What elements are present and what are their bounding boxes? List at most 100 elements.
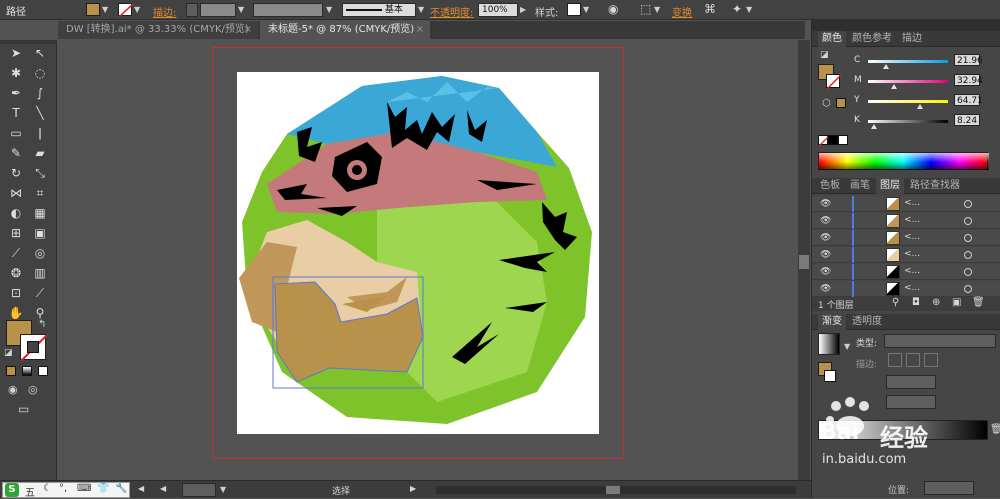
tab-color-guide[interactable]: 颜色参考 — [848, 31, 896, 47]
keyboard-icon[interactable]: ⌨ — [77, 483, 91, 494]
tab-layers[interactable]: 图层 — [876, 178, 904, 194]
stroke-within-icon[interactable] — [888, 353, 902, 367]
symbol-sprayer-tool-icon[interactable]: ❂ — [6, 264, 26, 282]
channel-value-field[interactable]: 64.71 — [954, 94, 983, 106]
tab-document-2[interactable]: 未标题-5* @ 87% (CMYK/预览) × — [260, 21, 430, 39]
status-menu-icon[interactable]: ▶ — [410, 484, 416, 493]
slider-knob[interactable] — [882, 64, 889, 69]
stroke-across-icon[interactable] — [924, 353, 938, 367]
default-colors-icon[interactable]: ◪ — [820, 50, 829, 60]
more-options-icon[interactable]: ✦ — [732, 2, 742, 16]
lasso-tool-icon[interactable]: ◌ — [30, 64, 50, 82]
chevron-down-icon[interactable]: ▼ — [654, 5, 660, 14]
channel-slider[interactable] — [868, 60, 948, 63]
channel-slider[interactable] — [868, 80, 948, 83]
color-stroke-swatch[interactable] — [826, 74, 841, 89]
tab-transparency[interactable]: 透明度 — [848, 314, 886, 330]
scale-tool-icon[interactable]: ⤡ — [30, 164, 50, 182]
gradient-stroke-swatch[interactable] — [824, 370, 836, 382]
stroke-color-swatch[interactable] — [118, 3, 133, 17]
stroke-weight-stepper[interactable] — [186, 3, 198, 17]
position-field[interactable] — [924, 481, 974, 495]
brush-profile-dropdown[interactable]: 基本 — [342, 3, 416, 17]
white-swatch[interactable] — [838, 135, 848, 145]
gradient-type-dropdown[interactable] — [884, 334, 996, 348]
pen-tool-icon[interactable]: ✒ — [6, 84, 26, 102]
slider-knob[interactable] — [917, 104, 923, 109]
artboard-number-field[interactable] — [182, 483, 216, 497]
close-icon[interactable]: × — [244, 21, 252, 39]
selection-tool-icon[interactable]: ➤ — [6, 44, 26, 62]
screen-mode-icon[interactable]: ▭ — [18, 402, 29, 416]
skin-icon[interactable]: 👕 — [97, 483, 109, 494]
eye-icon[interactable]: 👁 — [820, 216, 831, 226]
none-swatch[interactable] — [818, 135, 829, 146]
blend-tool-icon[interactable]: ◎ — [30, 244, 50, 262]
mesh-tool-icon[interactable]: ⊞ — [6, 224, 26, 242]
eye-icon[interactable]: 👁 — [820, 250, 831, 260]
canvas-area[interactable] — [58, 40, 798, 480]
color-spectrum[interactable] — [818, 152, 989, 170]
artboard-tool-icon[interactable]: ⊡ — [6, 284, 26, 302]
eye-icon[interactable]: 👁 — [820, 267, 831, 277]
first-page-icon[interactable]: ◀ — [138, 484, 144, 493]
column-graph-tool-icon[interactable]: ▥ — [30, 264, 50, 282]
tab-brushes[interactable]: 画笔 — [846, 178, 874, 194]
free-transform-tool-icon[interactable]: ⌗ — [30, 184, 50, 202]
artboard[interactable] — [237, 72, 599, 434]
tools-icon[interactable]: 🔧 — [115, 483, 127, 494]
chevron-right-icon[interactable]: ▶ — [520, 5, 526, 14]
paintbrush-tool-icon[interactable]: ǀ — [30, 124, 50, 142]
chevron-down-icon[interactable]: ▼ — [746, 5, 752, 14]
chevron-down-icon[interactable]: ▼ — [238, 5, 244, 14]
rotate-tool-icon[interactable]: ↻ — [6, 164, 26, 182]
width-tool-icon[interactable]: ⋈ — [6, 184, 26, 202]
locate-object-icon[interactable]: ⚲ — [892, 297, 899, 308]
layer-row[interactable]: 👁 <... — [812, 213, 1000, 229]
curvature-tool-icon[interactable]: ∫ — [30, 84, 50, 102]
delete-icon[interactable]: 🗑 — [972, 297, 985, 308]
pencil-tool-icon[interactable]: ✎ — [6, 144, 26, 162]
chevron-down-icon[interactable]: ▼ — [418, 5, 424, 14]
graphic-style-swatch[interactable] — [567, 3, 581, 16]
rectangle-tool-icon[interactable]: ▭ — [6, 124, 26, 142]
clipping-mask-icon[interactable]: ◘ — [912, 297, 920, 308]
channel-value-field[interactable]: 32.94 — [954, 74, 983, 86]
scrollbar-thumb[interactable] — [606, 486, 620, 494]
horizontal-scrollbar[interactable] — [436, 486, 796, 494]
previous-page-icon[interactable]: ◀ — [160, 484, 166, 493]
fill-color-swatch[interactable] — [86, 3, 100, 16]
chevron-down-icon[interactable]: ▼ — [583, 5, 589, 14]
gradient-mode-icon[interactable] — [22, 366, 32, 376]
slice-tool-icon[interactable]: ⟋ — [30, 284, 50, 302]
layer-row[interactable]: 👁 <... — [812, 230, 1000, 246]
scrollbar-thumb[interactable] — [799, 255, 809, 269]
chevron-down-icon[interactable]: ▼ — [102, 5, 108, 14]
align-icon[interactable]: ⬚ — [640, 2, 651, 16]
channel-slider[interactable] — [868, 120, 948, 123]
target-icon[interactable] — [964, 200, 972, 208]
target-icon[interactable] — [964, 251, 972, 259]
layer-row[interactable]: 👁 <... — [812, 281, 1000, 297]
default-colors-icon[interactable]: ◪ — [4, 348, 13, 358]
black-swatch[interactable] — [828, 135, 838, 145]
chevron-down-icon[interactable]: ▼ — [134, 5, 140, 14]
perspective-grid-tool-icon[interactable]: ▦ — [30, 204, 50, 222]
channel-value-field[interactable]: 8.24 — [954, 114, 980, 126]
chevron-down-icon[interactable]: ▼ — [844, 342, 850, 351]
tab-swatches[interactable]: 色板 — [816, 178, 844, 194]
opacity-label[interactable]: 不透明度: — [430, 4, 473, 19]
chevron-down-icon[interactable]: ▼ — [220, 485, 226, 494]
color-mode-icon[interactable] — [6, 366, 16, 376]
draw-behind-icon[interactable]: ◎ — [28, 383, 38, 396]
stroke-swatch[interactable] — [20, 334, 47, 361]
close-icon[interactable]: × — [416, 21, 424, 39]
eye-icon[interactable]: 👁 — [820, 284, 831, 294]
gradient-tool-icon[interactable]: ▣ — [30, 224, 50, 242]
target-icon[interactable] — [964, 234, 972, 242]
punctuation-icon[interactable]: °, — [59, 483, 67, 494]
swap-fill-stroke-icon[interactable]: ↰ — [38, 319, 46, 330]
layer-row[interactable]: 👁 <... — [812, 196, 1000, 212]
stroke-weight-field[interactable] — [200, 3, 236, 17]
none-mode-icon[interactable] — [38, 366, 48, 376]
